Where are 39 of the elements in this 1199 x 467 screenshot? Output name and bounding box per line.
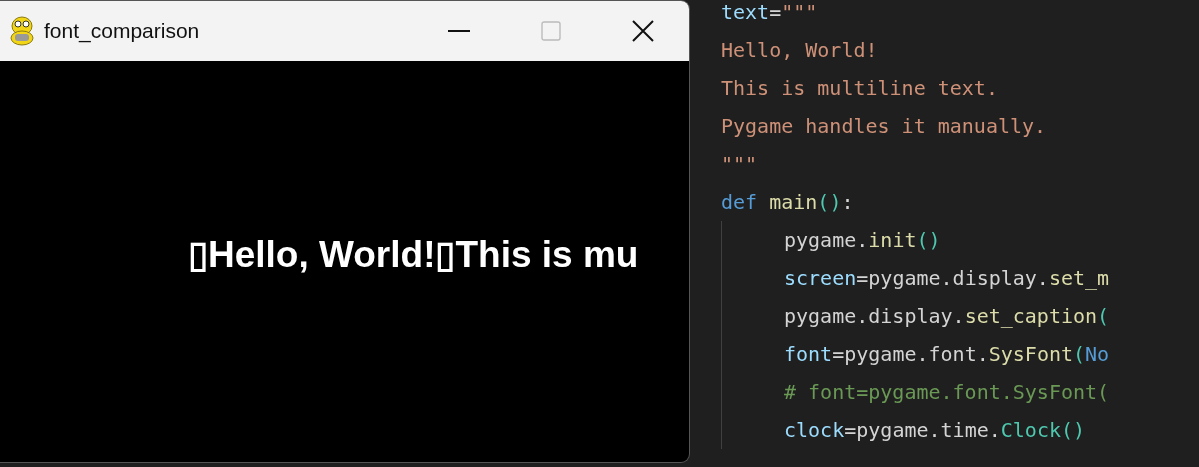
- code-token: pygame.display.: [784, 303, 965, 330]
- code-token: =: [844, 417, 857, 444]
- code-token: clock: [784, 417, 845, 444]
- minimize-icon: [448, 30, 470, 32]
- code-token: =: [856, 265, 869, 292]
- code-token: pygame.time.: [856, 417, 1001, 444]
- code-token: Clock: [1000, 417, 1061, 444]
- code-token: """: [721, 151, 758, 178]
- code-token: text: [721, 0, 770, 26]
- code-token: screen: [784, 265, 857, 292]
- code-token: (): [817, 189, 842, 216]
- code-token: =: [832, 341, 845, 368]
- code-token: set_m: [1048, 265, 1110, 292]
- code-token: pygame.: [784, 227, 869, 254]
- code-token: # font=pygame.font.SysFont(: [784, 379, 1110, 406]
- code-token: """: [781, 0, 818, 26]
- code-token: Hello, World!: [721, 37, 878, 64]
- code-token: def: [721, 189, 758, 216]
- code-token: No: [1085, 341, 1110, 368]
- code-token: SysFont: [988, 341, 1073, 368]
- code-token: (: [1097, 303, 1110, 330]
- code-token: (): [1061, 417, 1086, 444]
- code-token: This is multiline text.: [721, 75, 998, 102]
- code-token: =: [769, 0, 782, 26]
- rendered-text: ▯Hello, World!▯This is mu: [188, 233, 639, 276]
- code-token: main: [768, 189, 818, 216]
- window-title: font_comparison: [44, 19, 201, 43]
- code-token: pygame.font.: [844, 341, 989, 368]
- close-icon: [632, 20, 654, 42]
- code-token: set_caption: [964, 303, 1098, 330]
- code-token: font: [784, 341, 833, 368]
- code-token: (: [1073, 341, 1086, 368]
- code-token: :: [841, 189, 854, 216]
- code-token: init: [868, 227, 917, 254]
- code-token: (): [916, 227, 941, 254]
- snake-logo-icon: [8, 16, 36, 46]
- maximize-icon: [541, 21, 561, 41]
- code-token: pygame.display.: [868, 265, 1049, 292]
- code-token: Pygame handles it manually.: [721, 113, 1047, 140]
